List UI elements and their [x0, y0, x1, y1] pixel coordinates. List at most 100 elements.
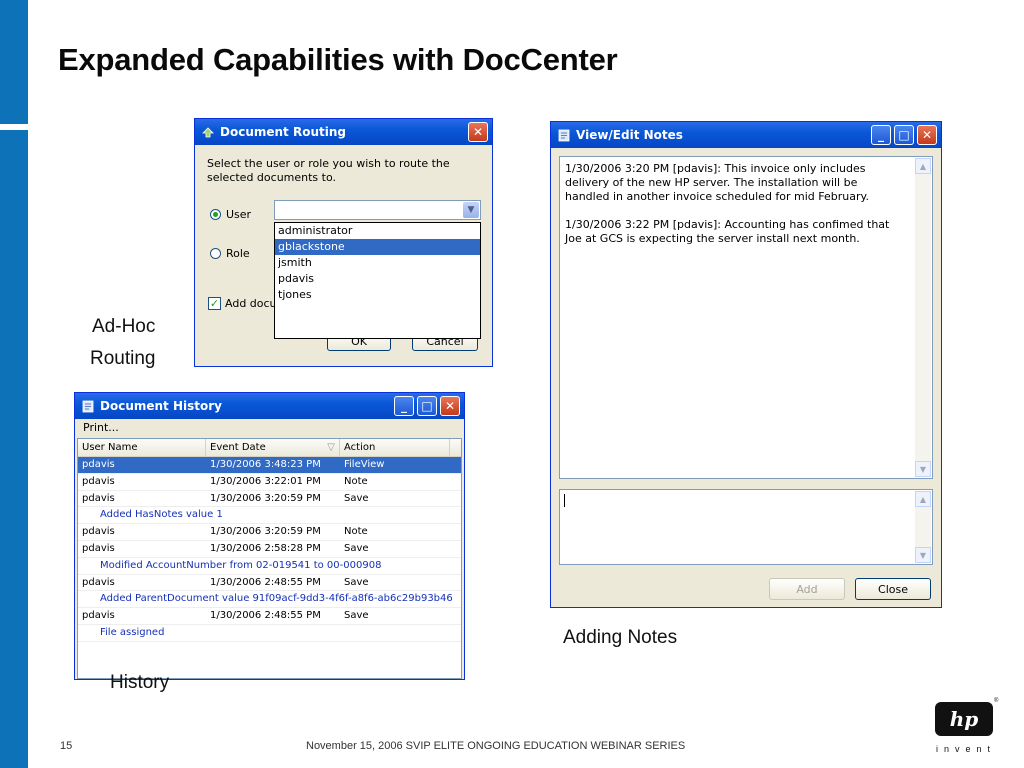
cell-user: pdavis — [82, 542, 115, 554]
sidebar-accent-bar — [0, 0, 28, 768]
caption-adhoc-line1: Ad-Hoc — [92, 316, 156, 337]
footer-text: November 15, 2006 SVIP ELITE ONGOING EDU… — [306, 740, 686, 752]
cell-action: Note — [344, 526, 368, 538]
chevron-down-icon: ▼ — [467, 205, 475, 215]
user-radio[interactable] — [210, 209, 221, 220]
table-row[interactable]: pdavis 1/30/2006 2:48:55 PM Save — [78, 575, 461, 592]
routing-title-bar[interactable]: Document Routing ✕ — [195, 119, 492, 145]
cell-date: 1/30/2006 3:48:23 PM — [210, 459, 321, 470]
row-detail: Added ParentDocument value 91f09acf-9dd3… — [78, 591, 461, 609]
cell-action: Save — [344, 576, 369, 588]
add-documents-checkbox[interactable]: ✓ — [208, 297, 221, 310]
event-date-label: Event Date — [210, 442, 266, 453]
table-row-selected[interactable]: pdavis 1/30/2006 3:48:23 PM FileView — [78, 457, 461, 474]
column-header-action[interactable]: Action — [340, 439, 450, 456]
notes-scrollbar[interactable]: ▲ ▼ — [915, 158, 931, 477]
new-note-input[interactable]: ▲ ▼ — [559, 489, 933, 565]
cell-user: pdavis — [82, 576, 115, 588]
print-menu-item[interactable]: Print... — [83, 421, 119, 434]
view-edit-notes-dialog: View/Edit Notes _ □ ✕ 1/30/2006 3:20 PM … — [550, 121, 942, 608]
slide-title: Expanded Capabilities with DocCenter — [58, 42, 618, 77]
cell-user: pdavis — [82, 492, 115, 504]
cell-date: 1/30/2006 3:22:01 PM — [210, 475, 321, 487]
history-title-bar[interactable]: Document History _ □ ✕ — [75, 393, 464, 419]
cell-date: 1/30/2006 3:20:59 PM — [210, 492, 321, 504]
page-number: 15 — [60, 740, 73, 752]
scroll-down-icon[interactable]: ▼ — [915, 547, 931, 563]
notes-minimize-button[interactable]: _ — [871, 125, 891, 145]
scroll-down-icon[interactable]: ▼ — [915, 461, 931, 477]
notes-title-bar[interactable]: View/Edit Notes _ □ ✕ — [551, 122, 941, 148]
text-cursor — [564, 494, 565, 507]
cell-date: 1/30/2006 2:58:28 PM — [210, 542, 321, 554]
cell-action: Note — [344, 475, 368, 487]
document-history-dialog: Document History _ □ ✕ Print... User Nam… — [74, 392, 465, 680]
table-row[interactable]: pdavis 1/30/2006 2:48:55 PM Save — [78, 608, 461, 625]
sidebar-notch — [0, 124, 28, 130]
user-radio-label: User — [226, 208, 252, 221]
column-header-user-name[interactable]: User Name — [78, 439, 206, 456]
caption-adding-notes: Adding Notes — [563, 627, 678, 648]
history-app-icon — [82, 400, 94, 413]
close-icon: ✕ — [921, 128, 933, 142]
dropdown-arrow-button[interactable]: ▼ — [463, 202, 479, 218]
table-row[interactable]: pdavis 1/30/2006 3:20:59 PM Save — [78, 491, 461, 508]
cell-date: 1/30/2006 2:48:55 PM — [210, 610, 321, 622]
column-header-event-date[interactable]: Event Date ▽ — [206, 439, 340, 456]
radio-selected-dot — [213, 212, 218, 217]
scroll-up-icon[interactable]: ▲ — [915, 158, 931, 174]
hp-tagline: invent — [936, 744, 997, 754]
notes-content: 1/30/2006 3:20 PM [pdavis]: This invoice… — [565, 162, 905, 260]
history-grid: User Name Event Date ▽ Action pdavis 1/30… — [77, 438, 462, 679]
notes-maximize-button[interactable]: □ — [894, 125, 914, 145]
add-note-button[interactable]: Add — [769, 578, 845, 600]
maximize-icon: □ — [421, 399, 433, 413]
dropdown-item[interactable]: jsmith — [275, 255, 480, 271]
routing-app-icon — [202, 127, 214, 138]
history-close-button[interactable]: ✕ — [440, 396, 460, 416]
close-icon: ✕ — [472, 125, 484, 139]
new-note-scrollbar[interactable]: ▲ ▼ — [915, 491, 931, 563]
user-select[interactable]: ▼ — [274, 200, 481, 220]
note-entry: 1/30/2006 3:20 PM [pdavis]: This invoice… — [565, 162, 869, 203]
history-toolbar: Print... — [75, 419, 464, 437]
cell-user: pdavis — [82, 475, 115, 487]
row-detail: Modified AccountNumber from 02-019541 to… — [78, 558, 461, 575]
routing-instruction: Select the user or role you wish to rout… — [207, 157, 450, 184]
cell-action: FileView — [344, 459, 385, 470]
table-row[interactable]: pdavis 1/30/2006 3:22:01 PM Note — [78, 474, 461, 491]
history-minimize-button[interactable]: _ — [394, 396, 414, 416]
routing-close-button[interactable]: ✕ — [468, 122, 488, 142]
dropdown-item[interactable]: pdavis — [275, 271, 480, 287]
notes-close-button[interactable]: ✕ — [917, 125, 937, 145]
cell-user: pdavis — [82, 459, 115, 470]
row-detail: Added HasNotes value 1 — [78, 507, 461, 525]
role-radio-label: Role — [226, 247, 250, 260]
dropdown-item[interactable]: administrator — [275, 223, 480, 239]
caption-history: History — [110, 672, 170, 693]
user-dropdown-list: administrator gblackstone jsmith pdavis … — [274, 222, 481, 339]
maximize-icon: □ — [898, 128, 910, 142]
notes-title: View/Edit Notes — [576, 128, 683, 142]
dropdown-item-selected[interactable]: gblackstone — [275, 239, 480, 255]
cell-action: Save — [344, 542, 369, 554]
dropdown-item[interactable]: tjones — [275, 287, 480, 303]
history-title: Document History — [100, 399, 222, 413]
cell-user: pdavis — [82, 526, 115, 538]
caption-adhoc-line2: Routing — [90, 348, 156, 369]
registered-mark: ® — [994, 698, 999, 704]
hp-logo: hp — [935, 702, 993, 736]
cell-date: 1/30/2006 3:20:59 PM — [210, 526, 321, 538]
table-row[interactable]: pdavis 1/30/2006 2:58:28 PM Save — [78, 541, 461, 558]
notes-history-textbox[interactable]: 1/30/2006 3:20 PM [pdavis]: This invoice… — [559, 156, 933, 479]
table-row[interactable]: pdavis 1/30/2006 3:20:59 PM Note — [78, 524, 461, 541]
scroll-up-icon[interactable]: ▲ — [915, 491, 931, 507]
close-notes-button[interactable]: Close — [855, 578, 931, 600]
sort-icon: ▽ — [327, 442, 335, 453]
history-maximize-button[interactable]: □ — [417, 396, 437, 416]
role-radio[interactable] — [210, 248, 221, 259]
minimize-icon: _ — [878, 128, 884, 142]
add-documents-label: Add docu — [225, 297, 277, 310]
cell-user: pdavis — [82, 610, 115, 622]
notes-app-icon — [558, 129, 570, 142]
